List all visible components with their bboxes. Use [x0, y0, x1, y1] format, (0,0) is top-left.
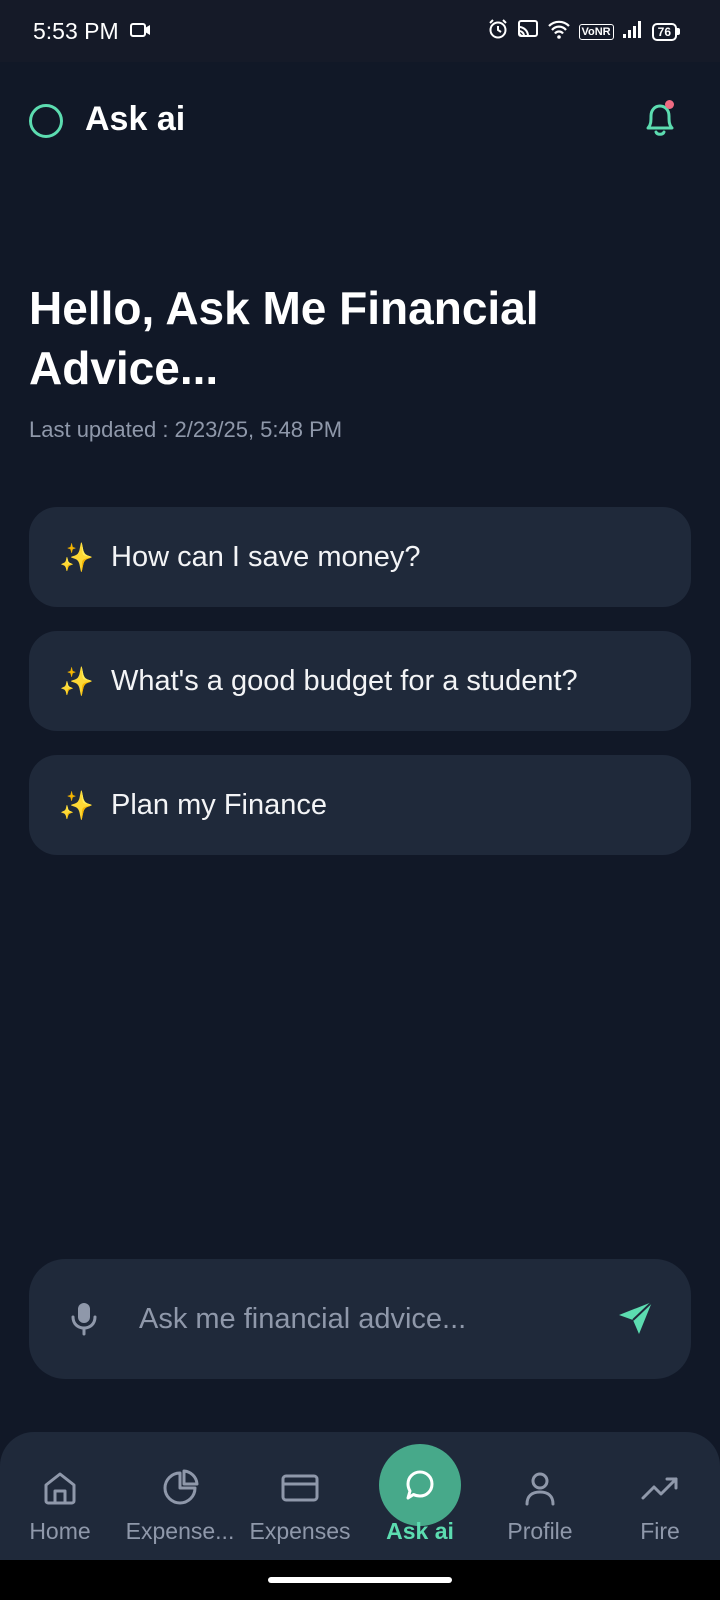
ask-ai-screen: 5:53 PM VoNR 76 Ask ai Hello, Ask Me Fin…	[0, 0, 720, 1600]
suggestion-chip[interactable]: ✨ How can I save money?	[29, 507, 691, 607]
last-updated-text: Last updated : 2/23/25, 5:48 PM	[29, 417, 343, 442]
nav-item-expense-chart[interactable]: Expense...	[120, 1432, 240, 1560]
video-camera-icon	[130, 22, 152, 43]
gesture-bar	[0, 1560, 720, 1600]
suggestion-chip[interactable]: ✨ Plan my Finance	[29, 755, 691, 855]
greeting-heading: Hello, Ask Me Financial Advice...	[29, 282, 539, 394]
nav-label: Expenses	[249, 1518, 351, 1544]
home-icon	[44, 1472, 76, 1505]
pie-chart-icon	[163, 1469, 199, 1505]
notification-dot	[665, 100, 674, 109]
nav-label: Profile	[507, 1518, 573, 1544]
cast-icon	[517, 19, 539, 44]
credit-card-icon	[281, 1474, 319, 1502]
sparkles-icon: ✨	[59, 789, 94, 821]
trending-up-icon	[641, 1477, 678, 1500]
nav-label: Fire	[640, 1518, 680, 1544]
nav-label: Home	[29, 1518, 91, 1544]
active-tab-indicator	[379, 1444, 461, 1526]
nav-item-ask-ai[interactable]: Ask ai	[360, 1432, 480, 1560]
bell-icon	[646, 104, 674, 136]
nav-item-home[interactable]: Home	[0, 1432, 120, 1560]
page-title: Ask ai	[85, 100, 186, 138]
chat-input-bar	[29, 1259, 691, 1379]
alarm-icon	[487, 18, 509, 45]
battery-icon: 76	[651, 22, 680, 41]
battery-level: 76	[651, 22, 677, 41]
signal-icon	[622, 19, 644, 44]
status-icons: VoNR 76	[487, 18, 680, 45]
suggestion-text: What's a good budget for a student?	[111, 664, 578, 697]
user-icon	[525, 1472, 555, 1506]
suggestion-text: Plan my Finance	[111, 788, 327, 821]
nav-label: Ask ai	[386, 1518, 454, 1544]
app-logo-icon	[29, 104, 63, 138]
microphone-icon[interactable]	[69, 1301, 99, 1342]
suggestion-chip[interactable]: ✨ What's a good budget for a student?	[29, 631, 691, 731]
sparkles-icon: ✨	[59, 665, 94, 697]
chat-icon	[406, 1470, 434, 1500]
suggestion-text: How can I save money?	[111, 540, 421, 573]
status-bar: 5:53 PM VoNR 76	[0, 0, 720, 62]
nav-item-profile[interactable]: Profile	[480, 1432, 600, 1560]
status-time: 5:53 PM	[33, 18, 119, 44]
ask-input[interactable]	[139, 1289, 579, 1349]
notification-button[interactable]	[640, 98, 680, 142]
sparkles-icon: ✨	[59, 541, 94, 573]
send-button[interactable]	[617, 1299, 655, 1342]
nav-item-fire[interactable]: Fire	[600, 1432, 720, 1560]
home-indicator[interactable]	[268, 1577, 452, 1583]
app-header: Ask ai	[0, 62, 720, 182]
bottom-navigation: Home Expense... Expenses Ask ai Profile …	[0, 1432, 720, 1560]
network-badge: VoNR	[578, 23, 614, 40]
nav-item-expenses[interactable]: Expenses	[240, 1432, 360, 1560]
nav-label: Expense...	[125, 1518, 235, 1544]
send-icon	[619, 1301, 653, 1334]
wifi-icon	[547, 19, 571, 44]
